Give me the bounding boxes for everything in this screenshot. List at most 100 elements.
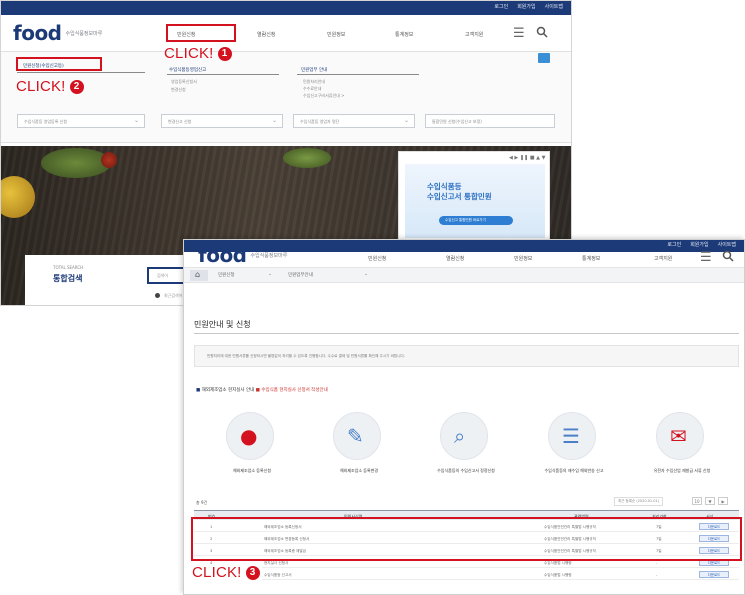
card-glyph: ● (240, 424, 258, 448)
callout-3-text: CLICK! (192, 564, 242, 581)
gnb-item-view[interactable]: 열람신청 (446, 255, 464, 262)
mega-col3-title[interactable]: 민원업무 안내 (301, 67, 327, 73)
promo-title-line: 수입신고서 통합민원 (427, 192, 492, 201)
mega-col2-rule (167, 74, 279, 75)
home-icon: ⌂ (195, 270, 201, 279)
gnb-item-support[interactable]: 고객지원 (654, 255, 672, 262)
recent-search-label[interactable]: 최근검색어 (164, 293, 182, 299)
mega-col2-title[interactable]: 수입식품등영업신고 (169, 67, 206, 73)
mega-col1-rule (17, 72, 145, 73)
gnb-item-stats[interactable]: 통계정보 (582, 255, 600, 262)
mega-col3-item[interactable]: 수입신고구비서류안내 > (303, 93, 344, 99)
download-button[interactable]: 다운로드 (699, 571, 729, 578)
sitemap-link[interactable]: 사이트맵 (718, 241, 736, 248)
highlight-box-1 (166, 24, 236, 42)
card-label: 수입식품등의 수입신고서 정정신청 (437, 468, 495, 473)
search-label: 통합검색 (53, 274, 83, 283)
menu-close-button[interactable] (538, 53, 550, 63)
quick-select-3[interactable]: 수입식품등 영업자 명단 ⌄ (293, 114, 415, 128)
section-note[interactable]: ■ 수입식품 현지실사 신청서 작성안내 (256, 388, 328, 393)
quick-select-2[interactable]: 변경신고 신청 ⌄ (161, 114, 283, 128)
search-input[interactable]: 검색어 (147, 267, 187, 284)
mega-col2-item[interactable]: 변경신청 (171, 87, 186, 93)
card-glyph: ✉ (670, 424, 687, 448)
callout-3: CLICK! 3 (190, 564, 262, 581)
home-button[interactable]: ⌂ (190, 270, 208, 281)
chevron-down-icon[interactable]: ▼ (705, 497, 715, 505)
gnb-item-stats[interactable]: 통계정보 (395, 31, 413, 38)
row-title[interactable]: 수입식품등 신고서 (264, 573, 292, 578)
page-size-select[interactable]: 10 (692, 497, 702, 505)
gnb-item-info[interactable]: 민원정보 (327, 31, 345, 38)
search-placeholder: 검색어 (157, 273, 169, 278)
search-doc-icon: ⌕ (440, 412, 488, 460)
gnb-item-info[interactable]: 민원정보 (514, 255, 532, 262)
vegetable-image (41, 148, 111, 178)
card-glyph: ✎ (347, 424, 364, 448)
vegetable-image (283, 148, 331, 168)
chevron-down-icon: ⌄ (271, 117, 277, 124)
login-link[interactable]: 로그인 (667, 241, 681, 248)
search-icon[interactable] (536, 26, 548, 41)
logo-subtitle: 수입식품정보마루 (65, 30, 103, 37)
sitemap-link[interactable]: 사이트맵 (545, 3, 563, 10)
mega-col3-item[interactable]: 수수료안내 (303, 86, 321, 92)
chevron-down-icon: ⌄ (364, 271, 369, 277)
notice-text: 민원처리에 대한 민원서류를 신청하시면 불편없이 처리할 수 있도록 진행합니… (207, 354, 405, 358)
notice-box: 민원처리에 대한 민원서류를 신청하시면 불편없이 처리할 수 있도록 진행합니… (194, 345, 739, 367)
logo-wordmark: food (198, 243, 247, 267)
sort-select[interactable]: 최근 등록순 (2020.01.01) (614, 497, 664, 506)
callout-1-text: CLICK! (164, 45, 214, 62)
row-law: 수입식품법 시행령 (544, 573, 572, 577)
next-page-button[interactable]: ▶ (718, 497, 728, 505)
quick-select-label: 통합민원 신청(수입신고 보정) (432, 119, 482, 124)
quick-select-1[interactable]: 수입식품등 영업등록 신청 ⌄ (17, 114, 145, 128)
signup-link[interactable]: 회원가입 (517, 3, 535, 10)
gnb-item-support[interactable]: 고객지원 (465, 31, 483, 38)
card-glyph: ⌕ (454, 424, 466, 448)
section-heading: ■ 해외제조업소 현지실사 안내 ■ 수입식품 현지실사 신청서 작성안내 (196, 387, 328, 393)
breadcrumb-item[interactable]: 민원업무안내 (288, 272, 313, 278)
breadcrumb: ⌂ 민원신청 ⌄ 민원업무안내 ⌄ (184, 267, 744, 283)
login-link[interactable]: 로그인 (494, 3, 508, 10)
quick-select-label: 수입식품등 영업등록 신청 (24, 119, 68, 124)
promo-cta-button[interactable]: 수입신고 통합민원 바로가기 (439, 216, 513, 225)
promo-title-line: 수입식품등 (427, 182, 462, 191)
promo-banner[interactable]: ◀ ▶ ❚❚ ■ ▲ ▼ 수입식품등 수입신고서 통합민원 수입신고 통합민원 … (398, 151, 550, 243)
hamburger-icon[interactable]: ☰ (513, 27, 525, 40)
quick-select-4[interactable]: 통합민원 신청(수입신고 보정) (425, 114, 555, 128)
list-count: 총 9건 (196, 500, 208, 505)
mega-col3-item[interactable]: 민원처리안내 (303, 79, 325, 85)
gnb-item-apply[interactable]: 민원신청 (368, 255, 386, 262)
gnb-item-view[interactable]: 열람신청 (257, 31, 275, 38)
certificate-icon: ✉ (656, 412, 704, 460)
quick-select-label: 변경신고 신청 (168, 119, 192, 124)
signup-link[interactable]: 회원가입 (690, 241, 708, 248)
promo-title: 수입식품등 수입신고서 통합민원 (427, 182, 492, 202)
search-icon[interactable] (722, 250, 734, 265)
chevron-down-icon: ⌄ (403, 117, 409, 124)
callout-1-number: 1 (217, 46, 232, 61)
chevron-down-icon: ⌄ (133, 117, 139, 124)
slider-controls[interactable]: ◀ ▶ ❚❚ ■ ▲ ▼ (509, 155, 545, 161)
row-title[interactable]: 현지실사 신청서 (264, 561, 288, 566)
callout-2-number: 2 (69, 79, 84, 94)
callout-1: CLICK! 1 (164, 45, 232, 62)
utility-bar: 로그인 회원가입 사이트맵 (1, 1, 571, 15)
card-label: 해외제조업소 등록변경 (339, 468, 379, 473)
breadcrumb-item[interactable]: 민원신청 (218, 272, 235, 278)
mega-col2-item[interactable]: 영업등록신청서 (171, 79, 197, 85)
section-heading-text: 해외제조업소 현지실사 안내 (201, 388, 255, 393)
hamburger-icon[interactable]: ☰ (700, 251, 712, 264)
list-icon: ☰ (548, 412, 596, 460)
stamp-icon: ● (226, 412, 274, 460)
vegetable-image (101, 152, 117, 168)
card-label: 유전자 수입산업 재발급 서류 신청 (653, 468, 711, 473)
title-divider (194, 333, 739, 334)
card-label: 수입식품등의 재수입 해외반송 신고 (544, 468, 604, 473)
callout-2-text: CLICK! (16, 78, 66, 95)
card-glyph: ☰ (562, 424, 580, 448)
site-logo[interactable]: food 수입식품정보마루 (13, 21, 102, 45)
mega-col3-rule (297, 74, 419, 75)
document-icon: ✎ (333, 412, 381, 460)
